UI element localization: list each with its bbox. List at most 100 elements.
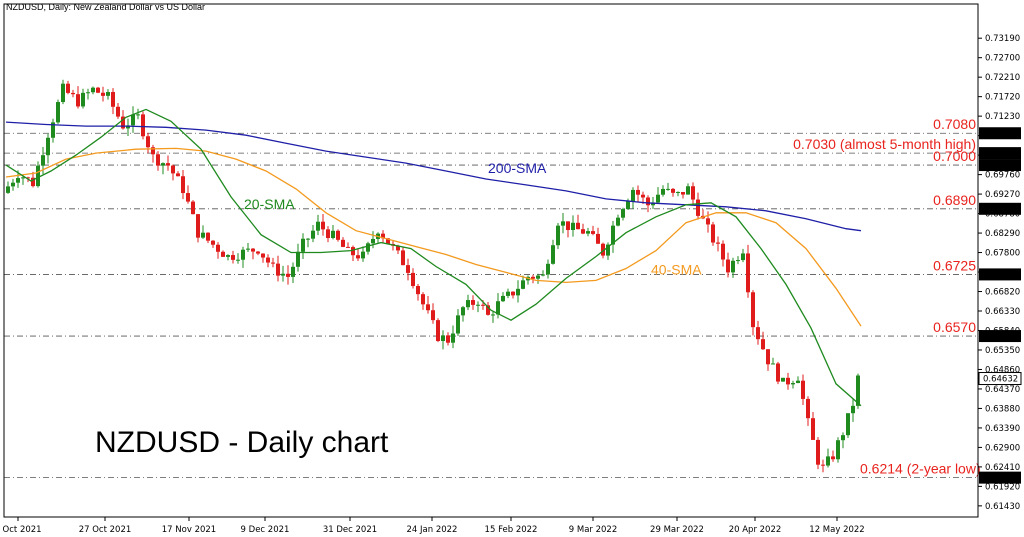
chart-title: NZDUSD - Daily chart bbox=[95, 426, 389, 459]
candle-body bbox=[551, 245, 555, 264]
candle-body bbox=[461, 307, 465, 316]
candle-body bbox=[531, 276, 535, 279]
candle-body bbox=[266, 257, 270, 263]
candle-body bbox=[231, 255, 235, 260]
candle-body bbox=[196, 214, 200, 238]
candle-body bbox=[516, 288, 520, 296]
series-label: 20-SMA bbox=[244, 196, 295, 212]
candle-body bbox=[181, 176, 185, 194]
candle-body bbox=[41, 155, 45, 166]
candle-body bbox=[831, 456, 835, 460]
candle-body bbox=[711, 224, 715, 243]
candle-body bbox=[56, 102, 60, 123]
candle-body bbox=[441, 335, 445, 341]
level-label: 0.6570 bbox=[933, 319, 976, 335]
candle-body bbox=[756, 327, 760, 340]
candle-body bbox=[771, 363, 775, 365]
candle-body bbox=[311, 230, 315, 239]
level-label: 0.7000 bbox=[933, 148, 976, 164]
candle-body bbox=[61, 83, 65, 103]
x-tick-label: 29 Mar 2022 bbox=[650, 525, 704, 535]
candle-body bbox=[161, 163, 165, 166]
candle-body bbox=[726, 259, 730, 273]
x-tick-label: 9 Dec 2021 bbox=[241, 525, 290, 535]
candle-body bbox=[646, 197, 650, 206]
candle-body bbox=[801, 380, 805, 399]
candle-body bbox=[346, 246, 350, 248]
candle-body bbox=[721, 243, 725, 260]
candle-body bbox=[596, 233, 600, 244]
candle-body bbox=[476, 304, 480, 306]
y-tick-label: 0.72700 bbox=[985, 54, 1020, 64]
candle-body bbox=[676, 191, 680, 193]
candle-body bbox=[746, 253, 750, 293]
candle-body bbox=[821, 464, 825, 466]
candle-body bbox=[541, 274, 545, 276]
candle-body bbox=[46, 137, 50, 156]
candle-body bbox=[781, 377, 785, 382]
candle-body bbox=[681, 191, 685, 195]
candle-body bbox=[786, 377, 790, 385]
candle-body bbox=[791, 383, 795, 385]
candle-body bbox=[171, 165, 175, 174]
candle-body bbox=[491, 314, 495, 316]
y-tick-label: 0.65350 bbox=[985, 346, 1020, 356]
y-tick-label: 0.63880 bbox=[985, 404, 1020, 414]
candle-body bbox=[81, 92, 85, 107]
candle-body bbox=[816, 439, 820, 465]
candle-body bbox=[761, 339, 765, 350]
candle-body bbox=[96, 87, 100, 93]
candle-body bbox=[91, 87, 95, 93]
candle-body bbox=[451, 333, 455, 343]
candle-body bbox=[421, 294, 425, 305]
candle-body bbox=[846, 413, 850, 436]
candle-body bbox=[71, 92, 75, 95]
candle-body bbox=[176, 173, 180, 177]
price-tag-label: 0.67250 bbox=[983, 270, 1018, 280]
chart-svg: NZDUSD, Daily: New Zealand Dollar vs US … bbox=[0, 0, 1024, 537]
level-label: 0.6214 (2-year low) bbox=[860, 461, 981, 477]
y-tick-label: 0.72210 bbox=[985, 73, 1020, 83]
candle-body bbox=[101, 92, 105, 96]
candle-body bbox=[131, 114, 135, 126]
y-tick-label: 0.73190 bbox=[985, 34, 1020, 44]
series-label: 40-SMA bbox=[651, 261, 702, 277]
candle-body bbox=[566, 221, 570, 231]
level-label: 0.7080 bbox=[933, 116, 976, 132]
y-tick-label: 0.64370 bbox=[985, 385, 1020, 395]
candle-body bbox=[256, 251, 260, 254]
candle-body bbox=[691, 186, 695, 200]
candle-body bbox=[811, 418, 815, 440]
candle-body bbox=[206, 232, 210, 241]
candle-body bbox=[626, 201, 630, 210]
candle-body bbox=[66, 83, 70, 93]
candle-body bbox=[201, 232, 205, 238]
candle-body bbox=[751, 292, 755, 328]
x-tick-label: 15 Feb 2022 bbox=[485, 525, 538, 535]
candle-body bbox=[326, 229, 330, 239]
candle-body bbox=[666, 188, 670, 190]
candle-body bbox=[511, 291, 515, 296]
y-tick-label: 0.67800 bbox=[985, 249, 1020, 259]
candle-body bbox=[136, 114, 140, 116]
candle-body bbox=[656, 194, 660, 203]
y-tick-label: 0.71720 bbox=[985, 93, 1020, 103]
candle-body bbox=[236, 259, 240, 261]
candle-body bbox=[221, 251, 225, 257]
candle-body bbox=[561, 221, 565, 226]
candle-body bbox=[366, 243, 370, 252]
candle-body bbox=[86, 92, 90, 94]
candle-body bbox=[736, 260, 740, 262]
candle-body bbox=[851, 405, 855, 414]
candle-body bbox=[216, 244, 220, 252]
candle-body bbox=[506, 291, 510, 296]
candle-body bbox=[586, 231, 590, 234]
candle-body bbox=[241, 249, 245, 260]
candle-body bbox=[806, 398, 810, 419]
candle-body bbox=[556, 225, 560, 246]
candle-body bbox=[361, 251, 365, 259]
candle-body bbox=[671, 188, 675, 193]
candle-body bbox=[401, 250, 405, 266]
candle-body bbox=[306, 238, 310, 240]
candle-body bbox=[836, 440, 840, 460]
